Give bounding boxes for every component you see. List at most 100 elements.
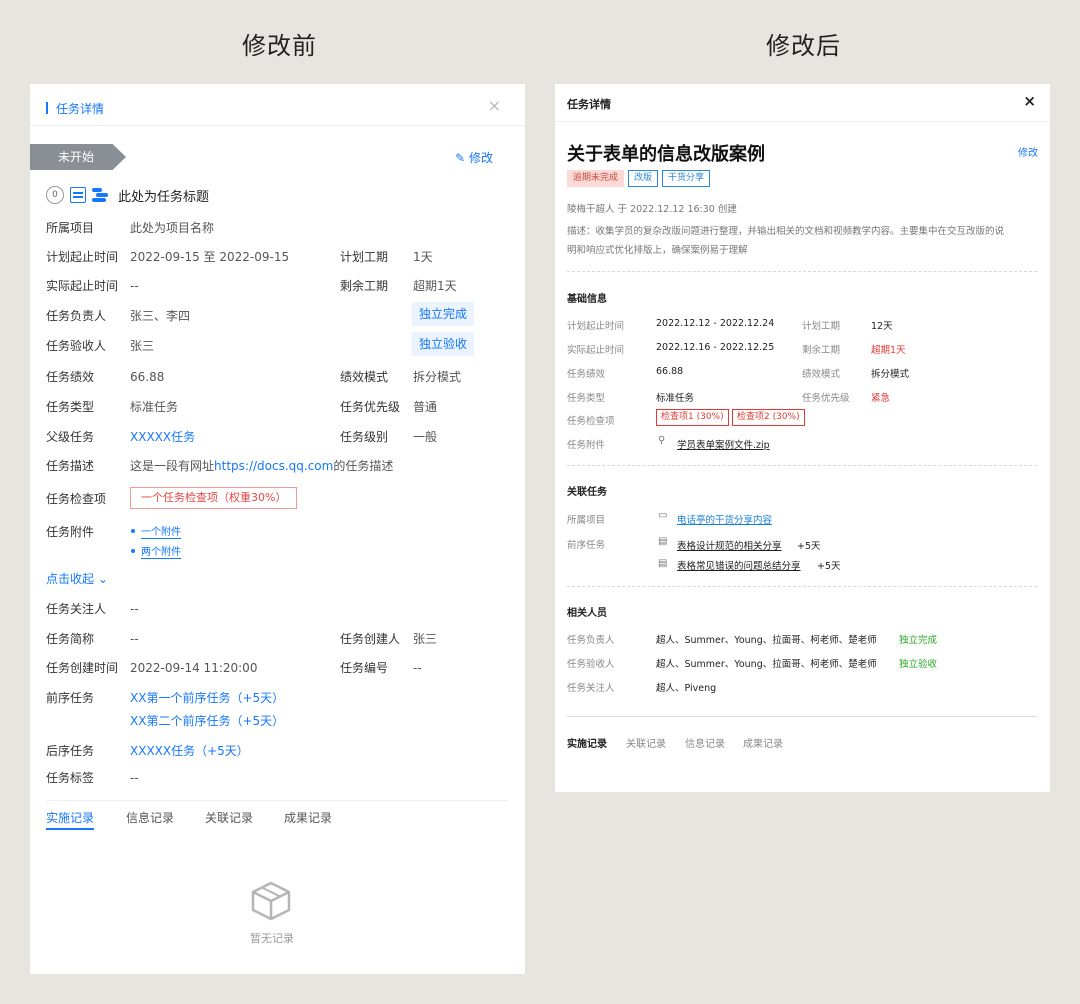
description-text: 这是一段有网址 — [130, 459, 215, 473]
folder-icon: ▭ — [658, 510, 668, 521]
tab-related[interactable]: 关联记录 — [626, 735, 666, 750]
watcher-value: 超人、Piveng — [656, 683, 717, 694]
description-line-2: 明和响应式优化排版上，确保案例易于理解 — [567, 245, 748, 256]
watcher-label: 任务关注人 — [46, 602, 107, 616]
tab-related[interactable]: 关联记录 — [205, 809, 253, 826]
attachment-link[interactable]: 学员表单案例文件.zip — [677, 437, 770, 451]
independent-complete-button[interactable]: 独立完成 — [412, 302, 474, 326]
perf-mode-label: 绩效模式 — [340, 370, 389, 384]
priority-label: 任务优先级 — [340, 400, 401, 414]
owner-label: 任务负责人 — [46, 309, 107, 323]
task-title-row: 0 此处为任务标题 — [46, 184, 209, 206]
attachment-bullet — [131, 549, 135, 553]
priority-value: 普通 — [413, 400, 438, 414]
description-text-tail: 的任务描述 — [333, 459, 394, 473]
tab-results[interactable]: 成果记录 — [284, 809, 332, 826]
checkitem-tag-1[interactable]: 检查项1 (30%) — [656, 409, 729, 426]
type-value: 标准任务 — [130, 400, 179, 414]
watcher-label: 任务关注人 — [567, 683, 615, 694]
task-detail-panel-before: 任务详情 × 未开始 ✎ 修改 0 此处为任务标题 所属项目 此处为项目名称 计… — [30, 84, 525, 974]
description-label: 任务描述 — [46, 459, 95, 473]
tab-implementation[interactable]: 实施记录 — [567, 735, 607, 750]
predecessor-label: 前序任务 — [46, 691, 95, 705]
remain-label: 剩余工期 — [802, 345, 841, 356]
tab-implementation[interactable]: 实施记录 — [46, 809, 95, 830]
predecessor-link-2[interactable]: 表格常见错误的问题总结分享 — [677, 558, 801, 572]
collapse-toggle[interactable]: 点击收起 ⌄ — [46, 571, 108, 587]
checkitem-label: 任务检查项 — [567, 416, 615, 427]
edit-button[interactable]: ✎ 修改 — [455, 149, 493, 166]
document-icon[interactable] — [70, 187, 86, 203]
checkitem-label: 任务检查项 — [46, 492, 107, 506]
tab-results[interactable]: 成果记录 — [743, 735, 783, 750]
progress-circle-icon[interactable]: 0 — [46, 186, 64, 204]
owner-value: 张三、李四 — [130, 309, 191, 323]
remain-label: 剩余工期 — [340, 279, 389, 293]
attachment-link-1[interactable]: 一个附件 — [141, 523, 181, 539]
attachment-bullet — [131, 529, 135, 533]
level-value: 一般 — [413, 430, 438, 444]
predecessor-link-1[interactable]: XX第一个前序任务（+5天） — [130, 690, 284, 706]
performance-value: 66.88 — [130, 370, 165, 384]
plan-time-label: 计划起止时间 — [46, 250, 119, 264]
project-label: 所属项目 — [46, 221, 95, 235]
perf-mode-value: 拆分模式 — [413, 370, 462, 384]
close-icon[interactable]: × — [1023, 92, 1036, 110]
predecessor-link-2[interactable]: XX第二个前序任务（+5天） — [130, 713, 284, 729]
actual-time-value: 2022.12.16 - 2022.12.25 — [656, 342, 775, 353]
description-url-link[interactable]: https://docs.qq.com — [214, 459, 333, 473]
owner-status[interactable]: 独立完成 — [899, 632, 937, 646]
edit-button[interactable]: 修改 — [1018, 144, 1038, 159]
performance-label: 任务绩效 — [46, 370, 95, 384]
accepter-status[interactable]: 独立验收 — [899, 656, 937, 670]
plan-days-label: 计划工期 — [802, 321, 841, 332]
predecessor-link-1[interactable]: 表格设计规范的相关分享 — [677, 538, 782, 552]
tab-info[interactable]: 信息记录 — [685, 735, 725, 750]
edit-label: 修改 — [468, 151, 493, 165]
checkitem-tag-2[interactable]: 检查项2 (30%) — [732, 409, 805, 426]
tab-info[interactable]: 信息记录 — [126, 809, 174, 826]
tabs-divider — [567, 716, 1037, 717]
performance-value: 66.88 — [656, 366, 684, 377]
created-time-label: 任务创建时间 — [46, 661, 119, 675]
task-title: 此处为任务标题 — [118, 189, 210, 205]
project-value: 此处为项目名称 — [130, 221, 215, 235]
independent-accept-button[interactable]: 独立验收 — [412, 332, 474, 356]
type-label: 任务类型 — [46, 400, 95, 414]
status-badge-overdue: 逾期未完成 — [567, 170, 625, 187]
plan-days-value: 12天 — [871, 321, 893, 332]
attachment-label: 任务附件 — [46, 525, 95, 539]
short-name-value: -- — [130, 632, 139, 646]
parent-label: 父级任务 — [46, 430, 95, 444]
tag-share[interactable]: 干货分享 — [662, 170, 711, 187]
successor-link[interactable]: XXXXX任务（+5天） — [130, 743, 249, 759]
divider — [567, 465, 1037, 466]
plan-time-value: 2022-09-15 至 2022-09-15 — [130, 250, 290, 264]
accepter-label: 任务验收人 — [567, 659, 615, 670]
level-label: 任务级别 — [340, 430, 389, 444]
status-badge: 未开始 — [30, 144, 126, 170]
tag-value: -- — [130, 771, 139, 785]
close-icon[interactable]: × — [488, 96, 501, 115]
project-link[interactable]: 电话亭的干货分享内容 — [677, 512, 772, 526]
perf-mode-label: 绩效模式 — [802, 369, 841, 380]
section-title-basic: 基础信息 — [567, 294, 607, 305]
parent-task-link[interactable]: XXXXX任务 — [130, 429, 195, 445]
creator-line: 陵梅干超人 于 2022.12.12 16:30 创建 — [567, 204, 737, 215]
attachment-link-2[interactable]: 两个附件 — [141, 543, 181, 559]
checkitem-tag[interactable]: 一个任务检查项（权重30%） — [130, 487, 298, 509]
short-name-label: 任务简称 — [46, 632, 95, 646]
owner-value: 超人、Summer、Young、拉面哥、柯老师、楚老师 — [656, 635, 877, 646]
task-number-value: -- — [413, 661, 422, 675]
predecessor-delay-1: +5天 — [797, 541, 821, 552]
divider — [567, 271, 1037, 272]
panel-header: 任务详情 × — [555, 84, 1050, 122]
document-icon: ▤ — [658, 558, 668, 569]
description-line-1: 描述：收集学员的复杂改版问题进行整理，并输出相关的文档和视频教学内容。主要集中在… — [567, 226, 1005, 237]
gantt-icon[interactable] — [92, 187, 108, 203]
predecessor-label: 前序任务 — [567, 540, 606, 551]
creator-value: 张三 — [413, 632, 438, 646]
tag-revision[interactable]: 改版 — [628, 170, 659, 187]
type-label: 任务类型 — [567, 393, 606, 404]
owner-label: 任务负责人 — [567, 635, 615, 646]
